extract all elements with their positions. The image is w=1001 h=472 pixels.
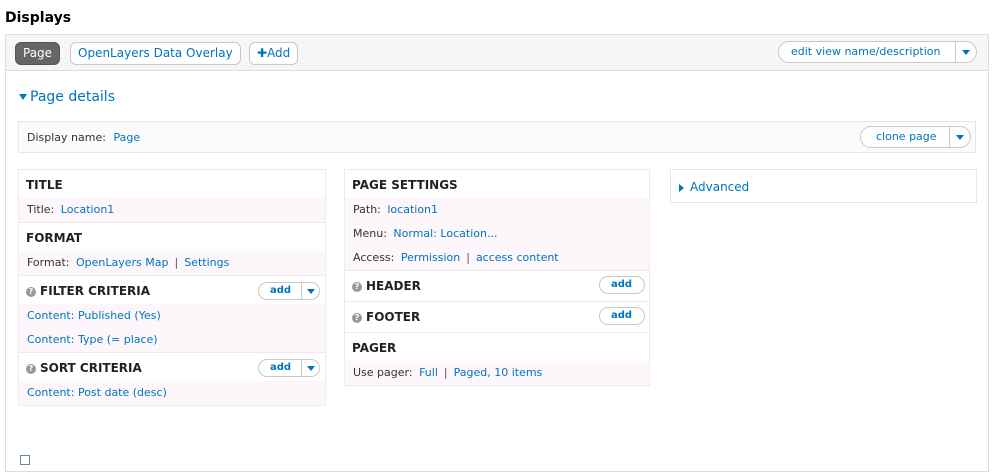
access-content-link[interactable]: access content (476, 251, 559, 264)
separator: | (466, 251, 470, 264)
access-permission-link[interactable]: Permission (401, 251, 460, 264)
tab-page[interactable]: Page (15, 42, 61, 65)
clone-page-button[interactable]: clone page (860, 126, 971, 148)
pager-label: Use pager: (353, 366, 413, 379)
checkbox[interactable] (20, 455, 30, 465)
access-label: Access: (353, 251, 395, 264)
column-middle: PAGE SETTINGS Path: location1 Menu: Norm… (344, 169, 650, 386)
chevron-down-icon[interactable] (301, 283, 319, 299)
separator: | (174, 256, 179, 269)
edit-view-name-button[interactable]: edit view name/description (778, 41, 977, 63)
tab-openlayers-data-overlay[interactable]: OpenLayers Data Overlay (70, 42, 241, 65)
display-name-bar: Display name: Page clone page (18, 121, 976, 153)
footer-heading: FOOTER (366, 310, 421, 324)
filter-criteria-header: ? FILTER CRITERIA add (19, 276, 325, 304)
filter-criteria-section: ? FILTER CRITERIA add Content: Published … (18, 276, 326, 353)
edit-view-name-label: edit view name/description (791, 45, 941, 58)
sort-item: Content: Post date (desc) (19, 381, 325, 405)
header-section-header: ? HEADER add (345, 271, 649, 299)
sort-add-button[interactable]: add (258, 359, 320, 377)
filter-item: Content: Type (= place) (19, 328, 325, 352)
menu-row: Menu: Normal: Location... (345, 222, 649, 246)
format-section: FORMAT Format: OpenLayers Map | Settings (18, 223, 326, 276)
clone-page-label: clone page (876, 130, 937, 143)
sort-criteria-section: ? SORT CRITERIA add Content: Post date (d… (18, 353, 326, 406)
menu-link[interactable]: Normal: Location... (393, 227, 497, 240)
format-label: Format: (27, 256, 70, 269)
header-add-button[interactable]: add (599, 276, 645, 294)
chevron-down-icon[interactable] (955, 42, 976, 62)
title-label: Title: (27, 203, 55, 216)
page-details-label: Page details (30, 89, 115, 105)
footer-add-button[interactable]: add (599, 307, 645, 325)
pager-full-link[interactable]: Full (419, 366, 438, 379)
help-icon[interactable]: ? (352, 282, 362, 292)
title-heading: TITLE (26, 178, 63, 192)
path-label: Path: (353, 203, 381, 216)
title-value-link[interactable]: Location1 (61, 203, 115, 216)
displays-heading: Displays (5, 10, 72, 26)
filter-item-link[interactable]: Content: Type (= place) (27, 333, 158, 346)
add-display-button[interactable]: ✚Add (249, 42, 299, 65)
column-left: TITLE Title: Location1 FORMAT Format: Op… (18, 169, 326, 406)
page-details-toggle[interactable]: Page details (19, 89, 115, 105)
advanced-label: Advanced (690, 180, 750, 194)
help-icon[interactable]: ? (352, 313, 362, 323)
menu-label: Menu: (353, 227, 387, 240)
filter-item: Content: Published (Yes) (19, 304, 325, 328)
plus-icon: ✚ (257, 46, 268, 60)
header-heading: HEADER (366, 279, 421, 293)
pager-section: PAGER Use pager: Full | Paged, 10 items (344, 333, 650, 386)
path-row: Path: location1 (345, 198, 649, 222)
page-settings-heading: PAGE SETTINGS (352, 178, 458, 192)
format-settings-link[interactable]: Settings (184, 256, 229, 269)
format-value-link[interactable]: OpenLayers Map (76, 256, 169, 269)
triangle-down-icon (19, 94, 27, 100)
chevron-down-icon[interactable] (949, 127, 970, 147)
help-icon[interactable]: ? (26, 364, 36, 374)
pager-paged-link[interactable]: Paged, 10 items (454, 366, 543, 379)
format-row: Format: OpenLayers Map | Settings (19, 251, 325, 275)
display-name-label: Display name: (27, 131, 106, 144)
filter-add-label: add (270, 285, 292, 296)
sort-criteria-heading: SORT CRITERIA (40, 361, 142, 375)
separator: | (443, 366, 448, 379)
page-settings-section: PAGE SETTINGS Path: location1 Menu: Norm… (344, 169, 650, 271)
footer-add-label: add (611, 310, 633, 321)
advanced-section: Advanced (670, 169, 977, 203)
help-icon[interactable]: ? (26, 287, 36, 297)
filter-add-button[interactable]: add (258, 282, 320, 300)
sort-item-link[interactable]: Content: Post date (desc) (27, 386, 167, 399)
add-display-label: Add (267, 46, 291, 60)
display-name-link[interactable]: Page (113, 131, 140, 144)
displays-tab-bar: Page OpenLayers Data Overlay ✚Add edit v… (5, 34, 989, 71)
title-row: Title: Location1 (19, 198, 325, 222)
advanced-toggle[interactable]: Advanced (679, 180, 749, 194)
access-row: Access: Permission | access content (345, 246, 649, 270)
footer-section: ? FOOTER add (344, 302, 650, 333)
filter-item-link[interactable]: Content: Published (Yes) (27, 309, 161, 322)
header-add-label: add (611, 279, 633, 290)
chevron-down-icon[interactable] (301, 360, 319, 376)
sort-add-label: add (270, 362, 292, 373)
format-heading: FORMAT (26, 231, 83, 245)
path-link[interactable]: location1 (387, 203, 438, 216)
display-name-row: Display name: Page (27, 131, 140, 144)
header-section: ? HEADER add (344, 271, 650, 302)
sort-criteria-header: ? SORT CRITERIA add (19, 353, 325, 381)
pager-heading: PAGER (352, 341, 397, 355)
triangle-right-icon (679, 183, 684, 192)
title-section: TITLE Title: Location1 (18, 169, 326, 223)
footer-section-header: ? FOOTER add (345, 302, 649, 330)
pager-row: Use pager: Full | Paged, 10 items (345, 361, 649, 385)
filter-criteria-heading: FILTER CRITERIA (40, 284, 151, 298)
